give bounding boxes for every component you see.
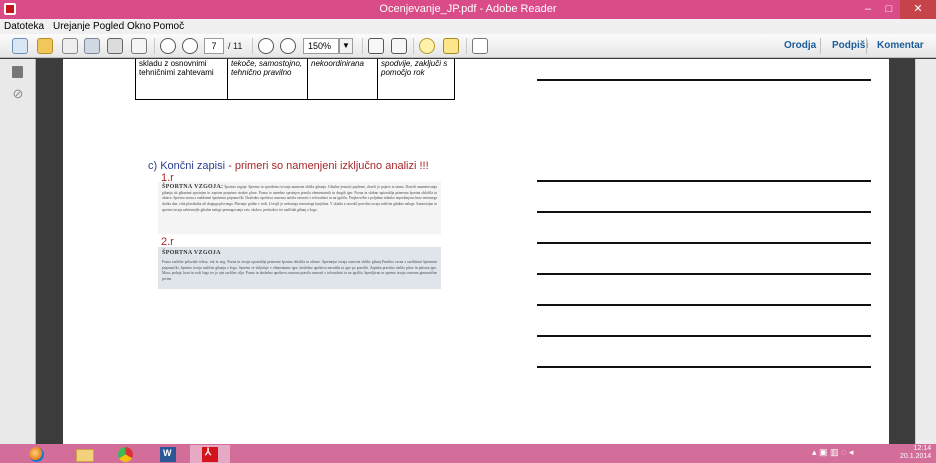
- table-cell: tekoče, samostojno, tehnično pravilno: [228, 59, 308, 100]
- toolbar-separator: [413, 38, 414, 54]
- scanned-title: ŠPORTNA VZGOJA:: [162, 184, 224, 190]
- scanned-body: Pozna različne poloziale telesa, rok in …: [162, 260, 437, 282]
- tab-orodja[interactable]: Orodja: [784, 40, 816, 51]
- section-heading-label: c) Končni zapisi: [148, 160, 226, 172]
- clock-date: 20.1.2014: [900, 453, 932, 460]
- answer-line: [537, 242, 871, 244]
- start-orb-icon[interactable]: [22, 445, 52, 463]
- maximize-button[interactable]: □: [876, 0, 902, 19]
- menu-okno[interactable]: Okno: [127, 21, 151, 32]
- section-heading-warning: - primeri so namenjeni izključno analizi…: [225, 160, 429, 172]
- explorer-icon[interactable]: [64, 445, 104, 463]
- answer-line: [537, 180, 871, 182]
- pdf-page: skladu z osnovnimi tehničnimi zahtevami …: [63, 59, 889, 444]
- comment-icon[interactable]: [419, 38, 435, 54]
- answer-line: [537, 304, 871, 306]
- taskbar: W ⅄ ▴ ▣ ▥ ◌ ◂ 12:14 20.1.2014: [0, 444, 936, 463]
- page-total: / 11: [228, 41, 243, 51]
- tab-separator: [866, 38, 867, 54]
- chrome-icon[interactable]: [106, 445, 146, 463]
- highlight-icon[interactable]: [443, 38, 459, 54]
- section-heading: c) Končni zapisi - primeri so namenjeni …: [148, 160, 429, 172]
- menu-bar: Datoteka Urejanje Pogled Okno Pomoč: [0, 19, 936, 34]
- close-button[interactable]: ✕: [900, 0, 936, 19]
- save-icon[interactable]: [84, 38, 100, 54]
- grading-table-fragment: skladu z osnovnimi tehničnimi zahtevami …: [135, 59, 455, 100]
- table-cell: skladu z osnovnimi tehničnimi zahtevami: [136, 59, 228, 100]
- navigation-pane: ⊘: [0, 59, 36, 444]
- answer-line: [537, 211, 871, 213]
- system-tray-icons[interactable]: ▴ ▣ ▥ ◌ ◂: [812, 447, 853, 458]
- paperclip-icon[interactable]: ⊘: [10, 86, 26, 102]
- word-glyph: W: [163, 448, 172, 458]
- menu-urejanje[interactable]: Urejanje: [53, 21, 90, 32]
- table-cell: spodvije, zaključi s pomočjo rok: [381, 59, 448, 77]
- edit-icon[interactable]: [62, 38, 78, 54]
- page-up-icon[interactable]: [160, 38, 176, 54]
- email-icon[interactable]: [131, 38, 147, 54]
- word-icon[interactable]: W: [148, 445, 188, 463]
- clock-time: 12:14: [913, 445, 932, 452]
- fit-page-icon[interactable]: [368, 38, 384, 54]
- table-cell: nekoordinirana: [308, 59, 378, 100]
- document-viewport[interactable]: skladu z osnovnimi tehničnimi zahtevami …: [37, 59, 915, 444]
- create-pdf-icon[interactable]: [12, 38, 28, 54]
- toolbar-separator: [362, 38, 363, 54]
- full-screen-icon[interactable]: [391, 38, 407, 54]
- page-down-icon[interactable]: [182, 38, 198, 54]
- combine-icon[interactable]: [37, 38, 53, 54]
- tab-podpisi[interactable]: Podpiši: [832, 40, 868, 51]
- zoom-dropdown-button[interactable]: ▼: [339, 38, 353, 54]
- menu-datoteka[interactable]: Datoteka: [4, 21, 44, 32]
- page-number-input[interactable]: 7: [204, 38, 224, 54]
- adobe-glyph: ⅄: [205, 447, 212, 458]
- vertical-scrollbar[interactable]: [915, 59, 936, 444]
- expand-icon[interactable]: [472, 38, 488, 54]
- toolbar-separator: [154, 38, 155, 54]
- scanned-title: ŠPORTNA VZGOJA: [162, 250, 221, 256]
- answer-line: [537, 273, 871, 275]
- clock[interactable]: 12:14 20.1.2014: [900, 445, 931, 461]
- toolbar-separator: [252, 38, 253, 54]
- answer-line: [537, 79, 871, 81]
- window-title: Ocenjevanje_JP.pdf - Adobe Reader: [379, 3, 557, 15]
- menu-pogled[interactable]: Pogled: [93, 21, 124, 32]
- menu-pomoc[interactable]: Pomoč: [153, 21, 184, 32]
- scanned-report-2: ŠPORTNA VZGOJA Pozna različne poloziale …: [158, 247, 441, 289]
- title-bar: Ocenjevanje_JP.pdf - Adobe Reader – □ ✕: [0, 0, 936, 19]
- answer-line: [537, 335, 871, 337]
- zoom-out-icon[interactable]: [258, 38, 274, 54]
- scanned-text: ŠPORTNA VZGOJA: Športna vzgoja: Spremo i…: [162, 184, 437, 214]
- pages-icon[interactable]: [10, 64, 26, 80]
- toolbar-separator: [466, 38, 467, 54]
- zoom-level-input[interactable]: 150%: [303, 38, 339, 54]
- adobe-reader-icon[interactable]: ⅄: [190, 445, 230, 463]
- zoom-in-icon[interactable]: [280, 38, 296, 54]
- tab-separator: [820, 38, 821, 54]
- tab-komentar[interactable]: Komentar: [877, 40, 924, 51]
- scanned-report-1: ŠPORTNA VZGOJA: Športna vzgoja: Spremo i…: [158, 182, 441, 234]
- toolbar: 7 / 11 150% ▼ Orodja Podpiši Komentar: [0, 34, 936, 58]
- print-icon[interactable]: [107, 38, 123, 54]
- answer-line: [537, 366, 871, 368]
